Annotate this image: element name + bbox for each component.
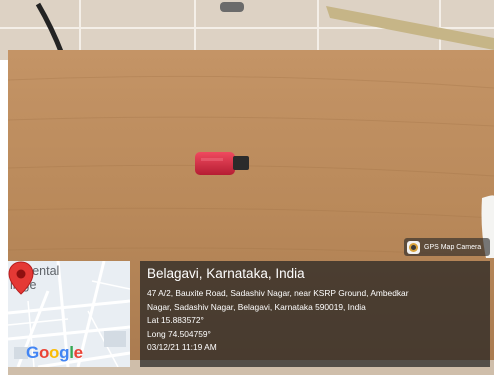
address-line1: 47 A/2, Bauxite Road, Sadashiv Nagar, ne…: [147, 288, 409, 298]
location-info-panel: Belagavi, Karnataka, India 47 A/2, Bauxi…: [140, 261, 490, 367]
wall-object: [220, 2, 244, 12]
google-logo: Google: [26, 343, 83, 362]
longitude: Long 74.504759°: [147, 328, 211, 339]
map-thumbnail[interactable]: al Dental llege Google: [8, 261, 130, 367]
location-title: Belagavi, Karnataka, India: [147, 266, 305, 281]
camera-app-icon: [407, 240, 420, 254]
datetime: 03/12/21 11:19 AM: [147, 342, 217, 353]
latitude: Lat 15.883572°: [147, 315, 204, 326]
address-line2: Nagar, Sadashiv Nagar, Belagavi, Karnata…: [147, 301, 366, 312]
badge-label: GPS Map Camera: [424, 243, 482, 251]
gps-map-camera-badge: GPS Map Camera: [404, 238, 490, 256]
map-pin-icon: [8, 261, 34, 295]
